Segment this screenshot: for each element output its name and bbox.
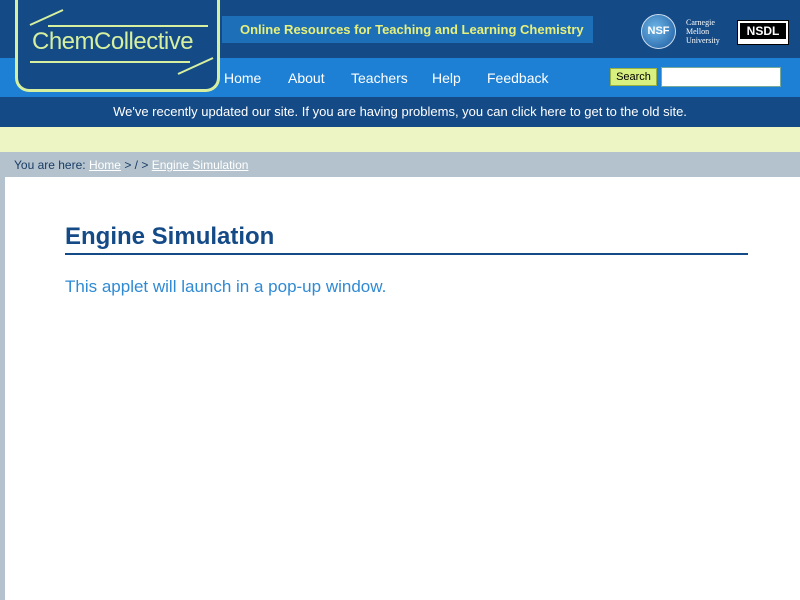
page-description: This applet will launch in a pop-up wind… <box>65 277 387 296</box>
nav-home[interactable]: Home <box>224 70 261 86</box>
logo-text: ChemCollective <box>32 28 194 55</box>
breadcrumb-current-link[interactable]: Engine Simulation <box>152 158 249 172</box>
cmu-logo[interactable]: Carnegie Mellon University <box>686 18 726 45</box>
cmu-logo-line: Mellon <box>686 27 710 36</box>
breadcrumb-separator: > / > <box>124 158 149 172</box>
nav-feedback[interactable]: Feedback <box>487 70 548 86</box>
nsf-logo[interactable]: NSF <box>641 14 676 49</box>
nsdl-logo-text: NSDL <box>740 23 786 39</box>
nsf-logo-text: NSF <box>647 25 670 37</box>
nav-about[interactable]: About <box>288 70 325 86</box>
breadcrumb-prefix: You are here: <box>14 158 86 172</box>
cmu-logo-line: Carnegie <box>686 18 715 27</box>
page-title: Engine Simulation <box>65 223 748 255</box>
chemcollective-logo[interactable]: ChemCollective <box>15 0 220 92</box>
main-content: Engine Simulation This applet will launc… <box>5 177 800 600</box>
site-update-notice[interactable]: We've recently updated our site. If you … <box>0 97 800 127</box>
search-input[interactable] <box>661 67 781 87</box>
nav-teachers[interactable]: Teachers <box>351 70 408 86</box>
decorative-band <box>0 127 800 152</box>
site-tagline: Online Resources for Teaching and Learni… <box>222 16 593 43</box>
breadcrumb: You are here: Home > / > Engine Simulati… <box>0 152 800 177</box>
search-button[interactable]: Search <box>610 68 657 86</box>
site-header: ChemCollective Online Resources for Teac… <box>0 0 800 97</box>
breadcrumb-home-link[interactable]: Home <box>89 158 121 172</box>
nav-help[interactable]: Help <box>432 70 461 86</box>
cmu-logo-line: University <box>686 36 720 45</box>
nsdl-logo[interactable]: NSDL <box>737 20 789 45</box>
